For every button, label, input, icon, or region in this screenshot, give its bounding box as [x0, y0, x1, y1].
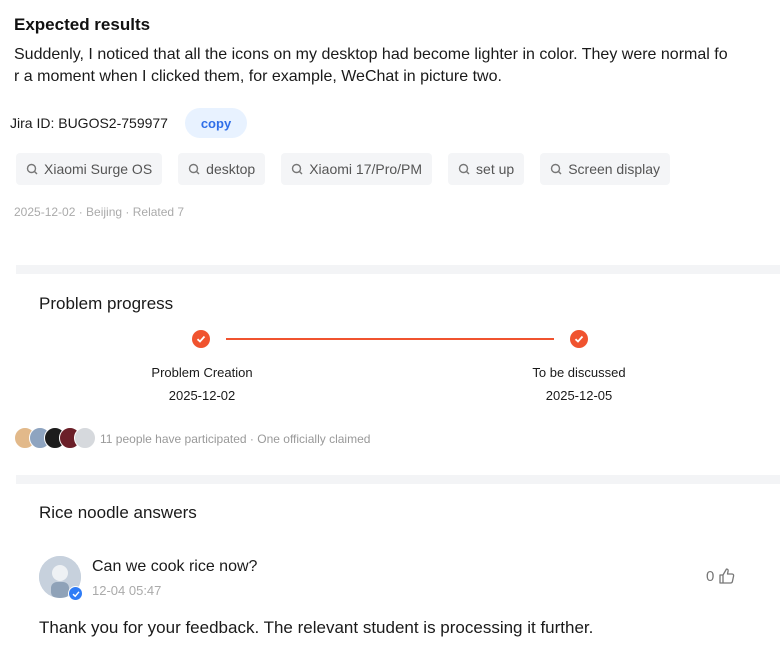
- step-2-date: 2025-12-05: [545, 388, 613, 403]
- answer-username[interactable]: Can we cook rice now?: [92, 558, 257, 576]
- answer-text: Thank you for your feedback. The relevan…: [39, 618, 594, 637]
- tag-search-icon: [292, 163, 303, 175]
- tag-label: Screen display: [568, 161, 661, 177]
- check-icon: [570, 330, 588, 348]
- copy-button[interactable]: copy: [185, 108, 247, 138]
- description-line-1: Suddenly, I noticed that all the icons o…: [14, 46, 728, 63]
- verified-badge-icon: [68, 586, 83, 601]
- jira-id: Jira ID: BUGOS2-759977: [10, 115, 168, 131]
- progress-line: [226, 338, 554, 340]
- section-title-expected: Expected results: [14, 15, 151, 34]
- tag-label: set up: [476, 161, 515, 177]
- answers-title: Rice noodle answers: [39, 503, 197, 522]
- section-divider: [16, 265, 780, 274]
- post-meta: 2025-12-02 · Beijing · Related 7: [14, 205, 185, 219]
- participants-count: 11 people have participated: [100, 432, 247, 446]
- tag-search-icon: [458, 163, 470, 175]
- step-1-date: 2025-12-02: [168, 388, 236, 403]
- like-button[interactable]: 0: [706, 567, 736, 585]
- tag-screen-display[interactable]: Screen display: [540, 153, 671, 185]
- tag-xiaomi-surge-os[interactable]: Xiaomi Surge OS: [16, 153, 163, 185]
- tag-label: Xiaomi 17/Pro/PM: [309, 161, 423, 177]
- tag-list: Xiaomi Surge OS desktop Xiaomi 17/Pro/PM…: [16, 153, 671, 185]
- description-line-2: r a moment when I clicked them, for exam…: [14, 68, 502, 85]
- step-2-label: To be discussed: [532, 365, 626, 380]
- step-1-label: Problem Creation: [151, 365, 253, 380]
- tag-set-up[interactable]: set up: [448, 153, 525, 185]
- avatar: [74, 427, 96, 449]
- tag-search-icon: [188, 163, 200, 175]
- expected-description: Suddenly, I noticed that all the icons o…: [14, 44, 774, 88]
- like-count: 0: [706, 567, 715, 585]
- check-icon: [192, 330, 210, 348]
- answer-timestamp: 12-04 05:47: [92, 583, 162, 598]
- tag-label: desktop: [206, 161, 256, 177]
- tag-search-icon: [550, 163, 562, 175]
- tag-xiaomi-17[interactable]: Xiaomi 17/Pro/PM: [281, 153, 433, 185]
- tag-search-icon: [26, 163, 38, 175]
- tag-desktop[interactable]: desktop: [178, 153, 266, 185]
- tag-label: Xiaomi Surge OS: [44, 161, 153, 177]
- claimed-status: One officially claimed: [257, 432, 371, 446]
- section-divider: [16, 475, 780, 484]
- participant-avatars[interactable]: [14, 427, 96, 449]
- participation-info: 11 people have participated · One offici…: [100, 432, 371, 446]
- thumbs-up-icon: [719, 568, 735, 584]
- progress-title: Problem progress: [39, 294, 174, 313]
